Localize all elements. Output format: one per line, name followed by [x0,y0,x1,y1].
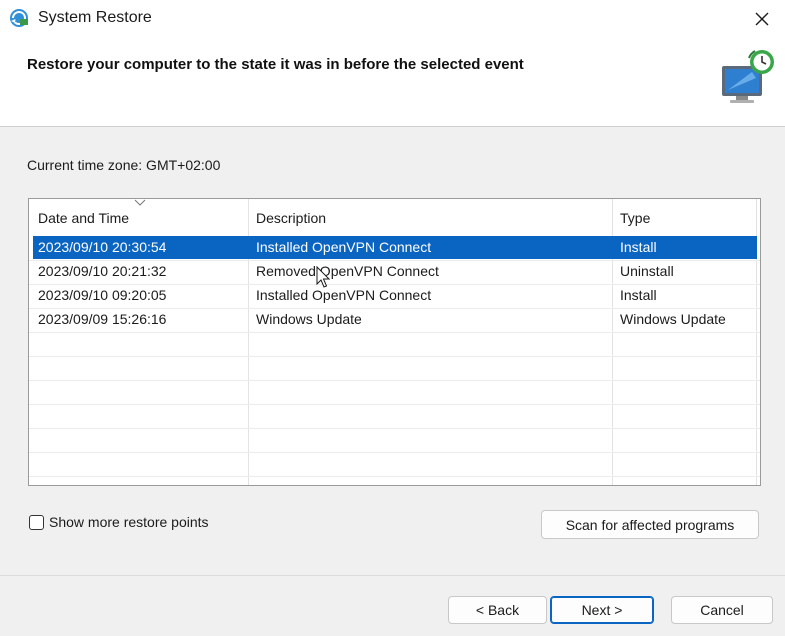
cell-description: Installed OpenVPN Connect [256,287,432,303]
mouse-cursor-icon [316,266,331,288]
cell-date: 2023/09/10 20:21:32 [38,263,167,279]
column-header-type[interactable]: Type [620,210,650,226]
cell-description: Removed OpenVPN Connect [256,263,439,279]
cell-date: 2023/09/10 09:20:05 [38,287,167,303]
cancel-button[interactable]: Cancel [671,596,773,624]
next-button[interactable]: Next > [550,596,654,624]
table-row[interactable]: 2023/09/10 09:20:05 Installed OpenVPN Co… [33,284,757,307]
table-row[interactable]: 2023/09/10 20:21:32 Removed OpenVPN Conn… [33,260,757,283]
row-divider [29,428,760,429]
cell-date: 2023/09/09 15:26:16 [38,311,167,327]
restore-points-table[interactable]: Date and Time Description Type 2023/09/1… [28,198,761,486]
row-divider [29,404,760,405]
column-header-date[interactable]: Date and Time [38,210,129,226]
show-more-checkbox[interactable] [29,514,44,530]
cell-type: Uninstall [620,263,674,279]
cell-type: Windows Update [620,311,726,327]
close-button[interactable] [739,0,785,38]
close-icon [755,12,769,26]
show-more-label: Show more restore points [49,514,209,530]
cell-description: Installed OpenVPN Connect [256,239,432,255]
column-header-description[interactable]: Description [256,210,326,226]
cell-type: Install [620,287,657,303]
row-divider [29,380,760,381]
table-row[interactable]: 2023/09/10 20:30:54 Installed OpenVPN Co… [33,236,757,259]
page-title: Restore your computer to the state it wa… [27,56,524,73]
row-divider [29,332,760,333]
title-bar: System Restore [0,0,785,38]
table-header: Date and Time Description Type [29,199,760,235]
row-divider [29,476,760,477]
back-button[interactable]: < Back [448,596,547,624]
cell-description: Windows Update [256,311,362,327]
header-panel: Restore your computer to the state it wa… [0,38,785,127]
timezone-label: Current time zone: GMT+02:00 [27,157,221,173]
footer-bar [0,576,785,636]
system-restore-icon [10,9,28,27]
table-row[interactable]: 2023/09/09 15:26:16 Windows Update Windo… [33,308,757,331]
show-more-restore-points[interactable]: Show more restore points [29,514,209,530]
row-divider [29,356,760,357]
system-restore-window: System Restore Restore your computer to … [0,0,785,636]
window-title: System Restore [38,9,152,26]
row-divider [29,452,760,453]
sort-caret-icon [134,199,146,206]
cell-date: 2023/09/10 20:30:54 [38,239,167,255]
monitor-restore-icon [722,50,774,103]
scan-affected-programs-button[interactable]: Scan for affected programs [541,510,759,539]
cell-type: Install [620,239,657,255]
